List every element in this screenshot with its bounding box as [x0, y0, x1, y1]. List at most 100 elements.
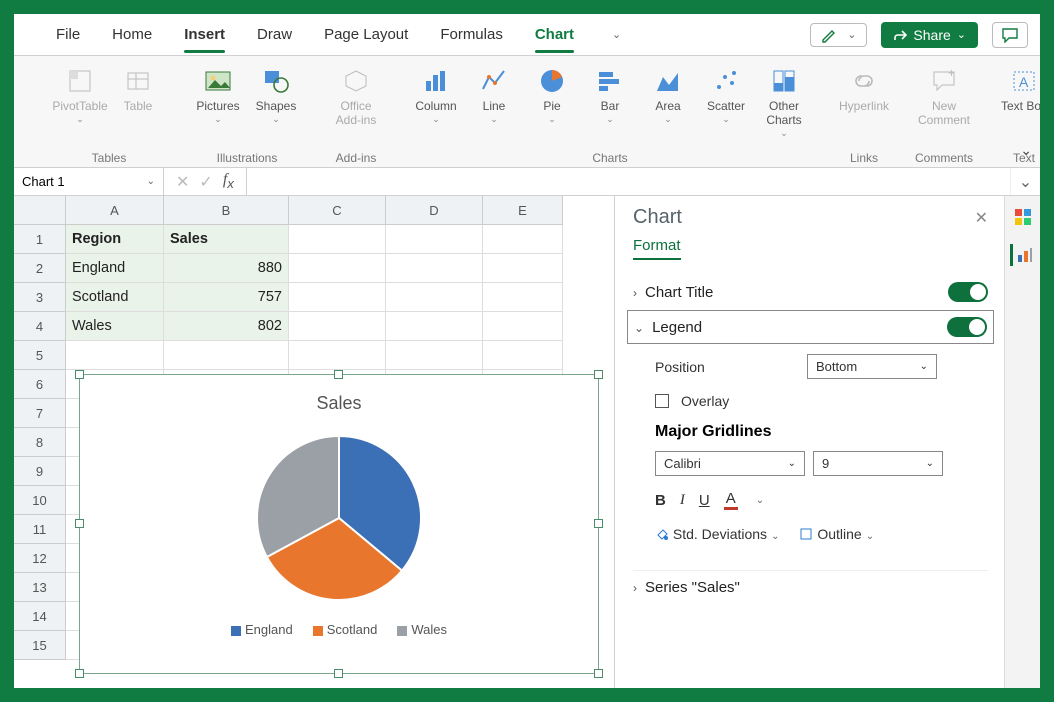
cell-D5[interactable] — [386, 341, 483, 370]
overlay-checkbox[interactable] — [655, 394, 669, 408]
resize-handle[interactable] — [75, 669, 84, 678]
row-header[interactable]: 15 — [14, 631, 66, 660]
section-series[interactable]: ›Series "Sales" — [633, 570, 988, 604]
cell-E5[interactable] — [483, 341, 563, 370]
tab-formulas[interactable]: Formulas — [424, 14, 519, 55]
bold-button[interactable]: B — [655, 492, 666, 509]
row-header[interactable]: 4 — [14, 312, 66, 341]
italic-button[interactable]: I — [680, 492, 685, 509]
shapes-button[interactable]: Shapes⌄ — [248, 62, 304, 127]
cancel-icon[interactable]: ✕ — [176, 172, 189, 192]
underline-button[interactable]: U — [699, 492, 710, 509]
share-button[interactable]: Share ⌄ — [881, 22, 978, 48]
resize-handle[interactable] — [75, 370, 84, 379]
resize-handle[interactable] — [594, 519, 603, 528]
column-header[interactable]: A — [66, 196, 164, 225]
column-header[interactable]: D — [386, 196, 483, 225]
fx-icon[interactable]: fx — [223, 171, 234, 191]
cell-styles-icon[interactable] — [1012, 206, 1034, 228]
bar-chart-button[interactable]: Bar⌄ — [582, 62, 638, 141]
cell-E3[interactable] — [483, 283, 563, 312]
chart-pane-icon[interactable] — [1010, 244, 1032, 266]
row-header[interactable]: 6 — [14, 370, 66, 399]
tab-draw[interactable]: Draw — [241, 14, 308, 55]
row-header[interactable]: 9 — [14, 457, 66, 486]
cell-E1[interactable] — [483, 225, 563, 254]
cell-B1[interactable]: Sales — [164, 225, 289, 254]
expand-formula-bar[interactable]: ⌄ — [1010, 168, 1040, 195]
resize-handle[interactable] — [334, 669, 343, 678]
cell-A4[interactable]: Wales — [66, 312, 164, 341]
pie-chart-button[interactable]: Pie⌄ — [524, 62, 580, 141]
cell-B2[interactable]: 880 — [164, 254, 289, 283]
text-box-button[interactable]: A Text Box — [996, 62, 1040, 116]
legend-item[interactable]: England — [231, 622, 293, 637]
tab-page-layout[interactable]: Page Layout — [308, 14, 424, 55]
scatter-chart-button[interactable]: Scatter⌄ — [698, 62, 754, 141]
chart-title[interactable]: Sales — [80, 393, 598, 414]
outline-button[interactable]: Outline⌄ — [799, 526, 874, 542]
cell-C3[interactable] — [289, 283, 386, 312]
tab-chart-contextual[interactable]: Chart — [519, 14, 590, 55]
line-chart-button[interactable]: Line⌄ — [466, 62, 522, 141]
resize-handle[interactable] — [75, 519, 84, 528]
resize-handle[interactable] — [334, 370, 343, 379]
cell-C2[interactable] — [289, 254, 386, 283]
tab-insert[interactable]: Insert — [168, 14, 241, 55]
tab-overflow[interactable]: ⌄ — [590, 14, 637, 55]
comments-button[interactable] — [992, 22, 1028, 48]
tab-home[interactable]: Home — [96, 14, 168, 55]
row-header[interactable]: 10 — [14, 486, 66, 515]
section-chart-title[interactable]: ›Chart Title — [633, 274, 988, 310]
column-header[interactable]: C — [289, 196, 386, 225]
other-charts-button[interactable]: Other Charts⌄ — [756, 62, 812, 141]
cell-A3[interactable]: Scotland — [66, 283, 164, 312]
cell-C5[interactable] — [289, 341, 386, 370]
office-addins-button[interactable]: Office Add-ins — [328, 62, 384, 130]
row-header[interactable]: 14 — [14, 602, 66, 631]
font-color-button[interactable]: A — [724, 490, 738, 510]
row-header[interactable]: 11 — [14, 515, 66, 544]
cell-B5[interactable] — [164, 341, 289, 370]
resize-handle[interactable] — [594, 669, 603, 678]
area-chart-button[interactable]: Area⌄ — [640, 62, 696, 141]
column-chart-button[interactable]: Column⌄ — [408, 62, 464, 141]
chevron-down-icon[interactable]: ⌄ — [756, 495, 764, 506]
column-header[interactable]: B — [164, 196, 289, 225]
cell-B3[interactable]: 757 — [164, 283, 289, 312]
new-comment-button[interactable]: + New Comment — [916, 62, 972, 130]
formula-input[interactable] — [247, 168, 1010, 195]
legend-item[interactable]: Scotland — [313, 622, 378, 637]
hyperlink-button[interactable]: Hyperlink — [836, 62, 892, 116]
cell-D3[interactable] — [386, 283, 483, 312]
editing-mode-button[interactable]: ⌄ — [810, 23, 867, 47]
row-header[interactable]: 7 — [14, 399, 66, 428]
legend-position-dropdown[interactable]: Bottom ⌄ — [807, 354, 937, 379]
worksheet[interactable]: ABCDE1RegionSales2England8803Scotland757… — [14, 196, 614, 688]
pie-plot[interactable] — [80, 428, 598, 608]
cell-D1[interactable] — [386, 225, 483, 254]
cell-E4[interactable] — [483, 312, 563, 341]
close-icon[interactable]: ✕ — [975, 208, 988, 228]
row-header[interactable]: 8 — [14, 428, 66, 457]
legend-toggle[interactable] — [947, 317, 987, 337]
cell-B4[interactable]: 802 — [164, 312, 289, 341]
row-header[interactable]: 13 — [14, 573, 66, 602]
cell-C4[interactable] — [289, 312, 386, 341]
pictures-button[interactable]: Pictures⌄ — [190, 62, 246, 127]
section-legend[interactable]: ⌄Legend — [627, 310, 994, 344]
chart-title-toggle[interactable] — [948, 282, 988, 302]
cell-A5[interactable] — [66, 341, 164, 370]
collapse-ribbon-button[interactable]: ⌄ — [1020, 142, 1032, 159]
chart-legend[interactable]: England Scotland Wales — [80, 622, 598, 637]
font-family-dropdown[interactable]: Calibri ⌄ — [655, 451, 805, 476]
legend-item[interactable]: Wales — [397, 622, 447, 637]
cell-D4[interactable] — [386, 312, 483, 341]
row-header[interactable]: 5 — [14, 341, 66, 370]
row-header[interactable]: 3 — [14, 283, 66, 312]
pivottable-button[interactable]: PivotTable⌄ — [52, 62, 108, 127]
tab-file[interactable]: File — [40, 14, 96, 55]
std-deviations-button[interactable]: Std. Deviations⌄ — [655, 526, 779, 542]
column-header[interactable]: E — [483, 196, 563, 225]
format-tab[interactable]: Format — [633, 237, 681, 260]
